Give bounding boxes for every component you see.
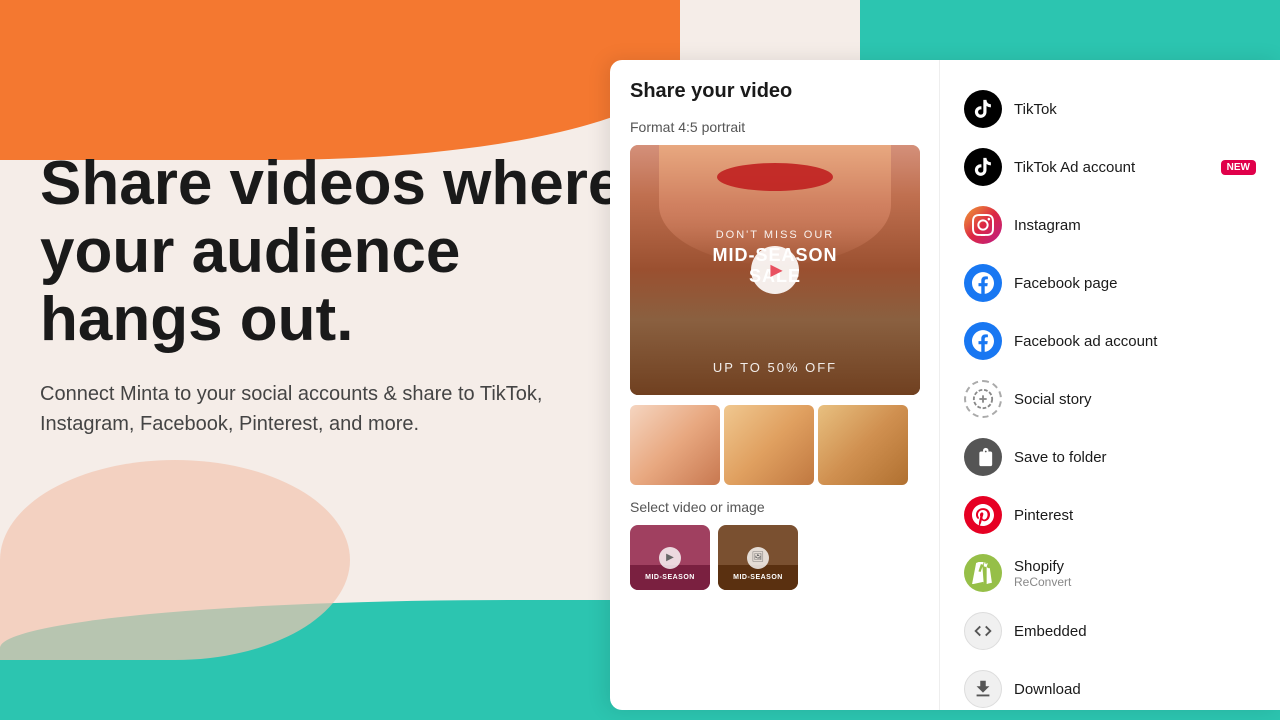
tiktok-ad-label: TikTok Ad account [1014, 159, 1209, 176]
video-icon: ▶ [659, 547, 681, 569]
sub-text: Connect Minta to your social accounts & … [40, 379, 560, 439]
bg-pink-blob [0, 460, 350, 660]
media-thumbs: MID-SEASON ▶ MID-SEASON 🖼 [630, 525, 919, 590]
format-label: Format 4:5 portrait [630, 119, 919, 135]
pinterest-label: Pinterest [1014, 507, 1256, 524]
lips-hint [717, 163, 833, 191]
left-panel: Share videos where your audience hangs o… [40, 150, 630, 439]
select-label: Select video or image [630, 499, 919, 515]
share-item-embedded[interactable]: Embedded [956, 602, 1264, 660]
thumbnail-2[interactable] [724, 405, 814, 485]
shopify-label: Shopify [1014, 558, 1071, 575]
shopify-text-group: Shopify ReConvert [1014, 558, 1071, 589]
facebook-page-icon [964, 264, 1002, 302]
download-label: Download [1014, 681, 1256, 698]
share-item-instagram[interactable]: Instagram [956, 196, 1264, 254]
share-options-list: TikTok TikTok Ad account NEW Instagram F… [940, 60, 1280, 710]
share-item-download[interactable]: Download [956, 660, 1264, 710]
download-icon [964, 670, 1002, 708]
shopify-icon [964, 554, 1002, 592]
share-panel: Share your video Format 4:5 portrait DON… [610, 60, 1280, 710]
facebook-ad-icon [964, 322, 1002, 360]
share-item-facebook-page[interactable]: Facebook page [956, 254, 1264, 312]
save-folder-label: Save to folder [1014, 449, 1256, 466]
instagram-icon [964, 206, 1002, 244]
tiktok-icon [964, 90, 1002, 128]
tiktok-ad-icon [964, 148, 1002, 186]
instagram-label: Instagram [1014, 217, 1256, 234]
share-item-pinterest[interactable]: Pinterest [956, 486, 1264, 544]
main-heading: Share videos where your audience hangs o… [40, 150, 630, 355]
bg-teal-top-shape [860, 0, 1280, 60]
social-story-icon [964, 380, 1002, 418]
shopify-sublabel: ReConvert [1014, 575, 1071, 589]
share-item-save-folder[interactable]: Save to folder [956, 428, 1264, 486]
embedded-icon [964, 612, 1002, 650]
video-preview: DON'T MISS OUR MID-SEASON SALE UP TO 50%… [630, 145, 920, 395]
media-thumb-1[interactable]: MID-SEASON ▶ [630, 525, 710, 590]
image-icon: 🖼 [747, 547, 769, 569]
share-item-tiktok[interactable]: TikTok [956, 80, 1264, 138]
save-folder-icon [964, 438, 1002, 476]
social-story-label: Social story [1014, 391, 1256, 408]
media-thumb-2[interactable]: MID-SEASON 🖼 [718, 525, 798, 590]
facebook-page-label: Facebook page [1014, 275, 1256, 292]
facebook-ad-label: Facebook ad account [1014, 333, 1256, 350]
thumbnail-1[interactable] [630, 405, 720, 485]
share-item-tiktok-ad[interactable]: TikTok Ad account NEW [956, 138, 1264, 196]
thumbnail-3[interactable] [818, 405, 908, 485]
new-badge: NEW [1221, 160, 1256, 175]
up-off-text: UP TO 50% OFF [713, 360, 837, 375]
thumbnail-strip [630, 405, 919, 485]
pinterest-icon [964, 496, 1002, 534]
bg-orange-shape [0, 0, 680, 160]
share-item-facebook-ad[interactable]: Facebook ad account [956, 312, 1264, 370]
tiktok-label: TikTok [1014, 101, 1256, 118]
panel-title: Share your video [630, 80, 919, 103]
dont-miss-text: DON'T MISS OUR [703, 229, 848, 241]
play-button[interactable] [751, 246, 799, 294]
share-item-social-story[interactable]: Social story [956, 370, 1264, 428]
video-section: Share your video Format 4:5 portrait DON… [610, 60, 940, 710]
embedded-label: Embedded [1014, 623, 1256, 640]
share-item-shopify[interactable]: Shopify ReConvert [956, 544, 1264, 602]
